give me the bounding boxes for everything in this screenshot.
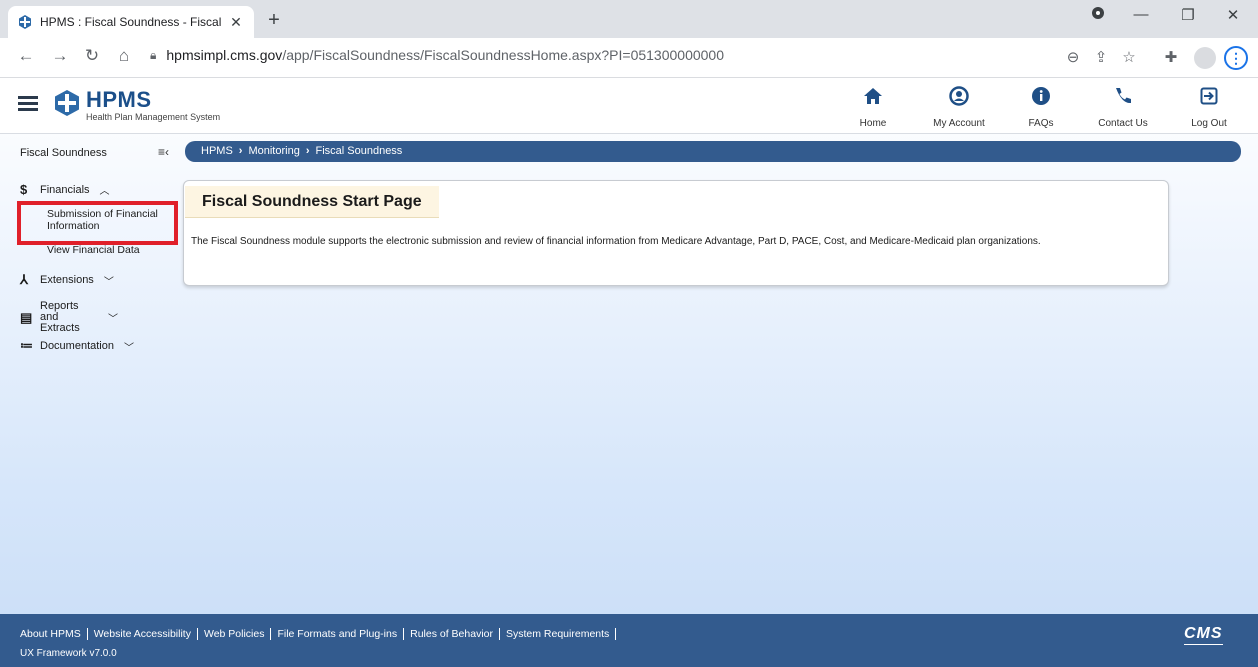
- chevron-up-icon: ︿: [99, 186, 110, 197]
- browser-tab-bar: HPMS : Fiscal Soundness - Fiscal ✕ + — ❐…: [0, 0, 1258, 38]
- url-host: hpmsimpl.cms.gov: [166, 47, 283, 63]
- hpms-favicon-icon: [19, 15, 31, 29]
- page-body: HPMS Health Plan Management System Home …: [0, 78, 1258, 667]
- cms-logo: CMS: [1184, 625, 1223, 645]
- nav-faqs[interactable]: FAQs: [1006, 86, 1076, 129]
- fork-icon: ⅄: [20, 272, 28, 287]
- new-tab-button[interactable]: +: [262, 9, 286, 32]
- footer-link-system-requirements[interactable]: System Requirements: [500, 628, 617, 640]
- highlight-annotation-box: [17, 201, 178, 245]
- footer: About HPMS Website Accessibility Web Pol…: [0, 614, 1258, 667]
- sidebar-item-reports-and-extracts[interactable]: ▤ Reports and Extracts ﹀: [0, 301, 180, 334]
- hamburger-menu-icon[interactable]: [18, 96, 38, 112]
- sidebar-item-label: Reports and Extracts: [40, 300, 80, 334]
- nav-home[interactable]: Home: [838, 86, 908, 129]
- dollar-icon: $: [20, 182, 28, 197]
- nav-contact-us[interactable]: Contact Us: [1088, 86, 1158, 129]
- sidebar-item-label: Financials: [40, 183, 90, 196]
- url-path: /app/FiscalSoundness/FiscalSoundnessHome…: [282, 47, 724, 63]
- tab-title: HPMS : Fiscal Soundness - Fiscal: [40, 15, 222, 29]
- sidebar-section-title: Fiscal Soundness: [20, 147, 107, 159]
- start-page-card: Fiscal Soundness Start Page The Fiscal S…: [183, 180, 1169, 286]
- chevron-down-icon: ﹀: [108, 314, 118, 325]
- footer-link-rules-of-behavior[interactable]: Rules of Behavior: [404, 628, 500, 640]
- sidebar-item-financials[interactable]: $ Financials ︿: [0, 182, 180, 197]
- zoom-icon[interactable]: ⊖: [1062, 48, 1084, 66]
- breadcrumb-separator-icon: ›: [305, 145, 310, 157]
- back-icon[interactable]: ←: [14, 46, 38, 66]
- extensions-icon[interactable]: ✚: [1160, 48, 1182, 66]
- home-browser-icon[interactable]: ⌂: [112, 46, 136, 66]
- tab-close-icon[interactable]: ✕: [228, 14, 244, 31]
- info-icon: [1006, 86, 1076, 110]
- module-description: The Fiscal Soundness module supports the…: [191, 236, 1041, 247]
- app-logo-subtitle: Health Plan Management System: [86, 112, 221, 122]
- browser-menu-icon[interactable]: ⋮: [1224, 46, 1248, 70]
- address-bar: ← → ↻ ⌂ 🔒︎ hpmsimpl.cms.gov /app/FiscalS…: [0, 38, 1258, 78]
- sidebar-item-extensions[interactable]: ⅄ Extensions ﹀: [0, 272, 180, 288]
- url-field[interactable]: 🔒︎ hpmsimpl.cms.gov /app/FiscalSoundness…: [150, 47, 724, 63]
- forward-icon[interactable]: →: [48, 46, 72, 66]
- sidebar-item-documentation[interactable]: ≔ Documentation ﹀: [0, 338, 180, 354]
- footer-link-about-hpms[interactable]: About HPMS: [20, 628, 88, 640]
- lock-icon: 🔒︎: [150, 47, 157, 62]
- nav-my-account[interactable]: My Account: [924, 86, 994, 129]
- footer-link-web-policies[interactable]: Web Policies: [198, 628, 272, 640]
- account-icon: [924, 86, 994, 110]
- logout-icon: [1174, 86, 1244, 110]
- breadcrumb-hpms[interactable]: HPMS: [201, 145, 233, 157]
- page-title: Fiscal Soundness Start Page: [185, 186, 439, 218]
- nav-log-out-label: Log Out: [1191, 118, 1227, 129]
- nav-log-out[interactable]: Log Out: [1174, 86, 1244, 129]
- list-icon: ≔: [20, 338, 33, 353]
- breadcrumb-fiscal-soundness: Fiscal Soundness: [315, 145, 403, 157]
- chevron-down-icon: ﹀: [124, 342, 134, 354]
- nav-contact-us-label: Contact Us: [1098, 118, 1148, 129]
- clipboard-icon: ▤: [20, 309, 33, 325]
- window-close-icon[interactable]: ✕: [1218, 6, 1248, 24]
- phone-icon: [1088, 86, 1158, 110]
- app-header: HPMS Health Plan Management System Home …: [0, 78, 1258, 134]
- hpms-logo-icon: [55, 90, 79, 116]
- reload-icon[interactable]: ↻: [80, 46, 104, 66]
- profile-dot-icon[interactable]: [1083, 6, 1113, 24]
- sidebar-item-label: Documentation: [40, 340, 114, 352]
- minimize-icon[interactable]: —: [1126, 6, 1156, 23]
- browser-tab[interactable]: HPMS : Fiscal Soundness - Fiscal ✕: [8, 6, 254, 38]
- breadcrumb: HPMS › Monitoring › Fiscal Soundness: [185, 141, 1241, 162]
- restore-icon[interactable]: ❐: [1173, 6, 1203, 24]
- home-icon: [838, 86, 908, 110]
- sidebar-item-label: Extensions: [40, 274, 94, 286]
- footer-version: UX Framework v7.0.0: [20, 648, 117, 659]
- collapse-sidebar-icon[interactable]: ≡‹: [158, 145, 169, 159]
- footer-link-file-formats[interactable]: File Formats and Plug-ins: [271, 628, 405, 640]
- nav-my-account-label: My Account: [933, 118, 985, 129]
- footer-link-website-accessibility[interactable]: Website Accessibility: [88, 628, 198, 640]
- breadcrumb-separator-icon: ›: [238, 145, 243, 157]
- footer-links: About HPMS Website Accessibility Web Pol…: [20, 628, 617, 640]
- chevron-down-icon: ﹀: [103, 276, 114, 288]
- app-logo-title: HPMS: [86, 87, 152, 112]
- sidebar-item-view-financial-data[interactable]: View Financial Data: [47, 244, 172, 257]
- nav-faqs-label: FAQs: [1028, 118, 1054, 129]
- profile-avatar[interactable]: [1194, 47, 1216, 69]
- bookmark-star-icon[interactable]: ☆: [1118, 48, 1140, 66]
- breadcrumb-monitoring[interactable]: Monitoring: [248, 145, 299, 157]
- share-icon[interactable]: ⇪: [1090, 48, 1112, 66]
- nav-home-label: Home: [859, 118, 887, 129]
